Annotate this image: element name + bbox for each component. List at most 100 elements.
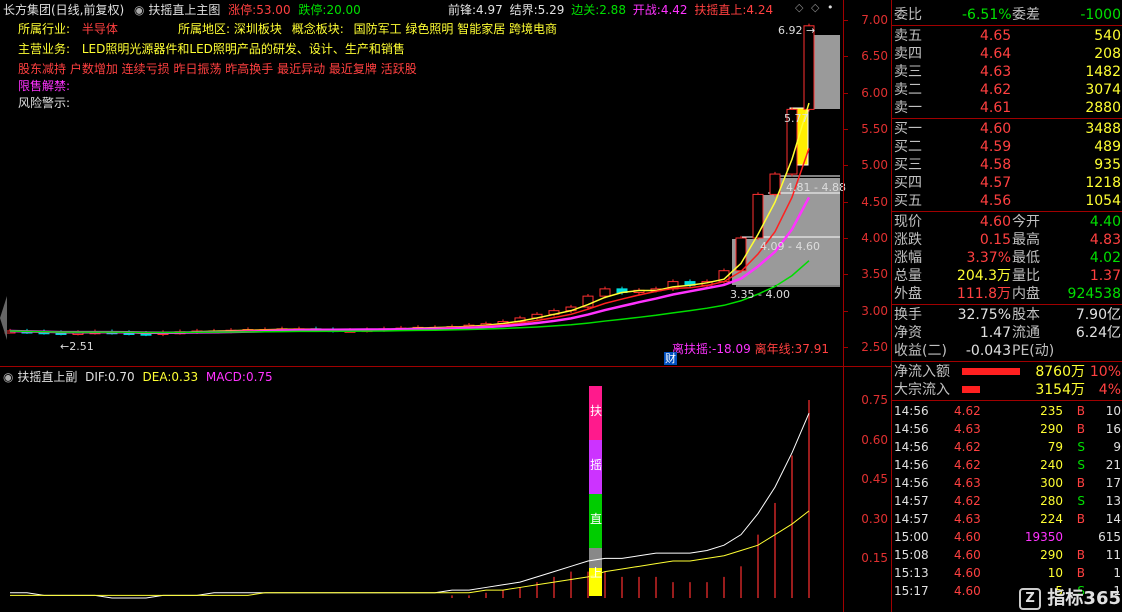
dist-fuyao-label: 离扶摇: (672, 342, 713, 356)
stat-value: 7.90亿 (1075, 307, 1121, 323)
stat-label: 股本 (1012, 307, 1040, 323)
axis-tick (844, 20, 848, 21)
axis-tick (844, 92, 848, 94)
tick-count: 14 (1105, 512, 1121, 526)
bid-row: 买五 4.56 1054 (892, 192, 1122, 210)
axis-tick (844, 201, 848, 203)
zone-label-3: 4.09 - 4.60 (760, 240, 820, 253)
stat-row: 外盘 111.8万 内盘 924538 (892, 285, 1122, 303)
stat-value: 1.47 (979, 325, 1011, 341)
bid-row: 买四 4.57 1218 (892, 174, 1122, 192)
tick-count: 615 (1098, 530, 1121, 544)
macd-label: MACD: (205, 370, 246, 384)
ma-line-magenta (9, 196, 811, 334)
stat-value: 1.37 (1089, 268, 1121, 284)
ask-volume: 540 (1094, 28, 1121, 44)
macd-value: 0.75 (245, 370, 273, 384)
tick-row: 14:56 4.62 240 S 21 (892, 456, 1122, 474)
tick-row: 14:56 4.63 300 B 17 (892, 474, 1122, 492)
stat-label: 涨幅 (894, 250, 922, 266)
price-axis-label: 6.00 (861, 85, 888, 100)
tick-row: 14:56 4.62 235 B 10 (892, 402, 1122, 420)
bid-price: 4.59 (980, 139, 1012, 155)
stat-row: 总量 204.3万 量比 1.37 (892, 267, 1122, 285)
tick-row: 14:56 4.63 290 B 16 (892, 420, 1122, 438)
tick-direction: S (1077, 458, 1085, 472)
stock-name[interactable]: 长方集团(日线,前复权) (3, 3, 124, 17)
tick-price: 4.62 (954, 458, 981, 472)
panel-divider (892, 25, 1122, 26)
stat-label: 总量 (894, 268, 922, 284)
ask-volume: 2880 (1085, 100, 1121, 116)
ask-row: 卖一 4.61 2880 (892, 99, 1122, 117)
sub-indicator-name[interactable]: 扶摇直上副 (17, 370, 77, 384)
bid-label: 买三 (894, 157, 922, 173)
weibi-label: 委比 (894, 7, 922, 23)
ask-volume: 3074 (1085, 82, 1121, 98)
low-price-marker: ←2.51 (60, 340, 94, 353)
tick-count: 13 (1105, 494, 1121, 508)
front-value: 4.97 (476, 3, 503, 17)
stat-value: 3.37% (966, 250, 1011, 266)
tick-count: 10 (1105, 404, 1121, 418)
logo-icon: Z (1019, 588, 1042, 610)
stat-label: 流通 (1012, 325, 1040, 341)
financial-marker[interactable]: 财 (664, 352, 677, 365)
diamond-icon[interactable]: ◇ (811, 1, 819, 14)
main-chart[interactable]: 长方集团(日线,前复权) ◉ 扶摇直上主图 涨停:53.00 跌停:20.00 … (0, 0, 846, 366)
settings-icon[interactable]: ◉ (3, 370, 13, 384)
settings-icon[interactable]: ◉ (134, 3, 144, 17)
axis-tick (844, 56, 848, 58)
diamond-icon[interactable]: ◇ (795, 1, 803, 14)
ask-row: 卖二 4.62 3074 (892, 81, 1122, 99)
front-label: 前锋: (448, 3, 477, 17)
tick-price: 4.63 (954, 512, 981, 526)
risk-label: 风险警示: (18, 96, 71, 110)
price-axis-label: 5.00 (861, 158, 888, 173)
stat-value: 0.15 (979, 232, 1011, 248)
tick-direction: B (1076, 422, 1085, 436)
weibi-value: -6.51% (962, 7, 1012, 23)
bid-price: 4.56 (980, 193, 1012, 209)
stat-row: 收益(二) -0.043 PE(动) (892, 342, 1122, 360)
bid-volume: 3488 (1085, 121, 1121, 137)
axis-tick (844, 347, 848, 348)
tick-volume: 224 (1040, 512, 1063, 526)
macd-axis-label: 0.75 (861, 393, 888, 407)
tick-volume: 10 (1047, 566, 1063, 580)
tick-time: 14:56 (894, 476, 929, 490)
bid-volume: 1218 (1085, 175, 1121, 191)
tick-time: 14:57 (894, 512, 929, 526)
price-axis: 7.00 6.50 6.00 5.50 5.00 4.50 4.00 3.50 3.00 2.50 (843, 0, 892, 366)
main-indicator-name[interactable]: 扶摇直上主图 (148, 3, 220, 17)
tick-count: 16 (1105, 422, 1121, 436)
sub-chart[interactable]: ◉ 扶摇直上副 DIF:0.70 DEA:0.33 MACD:0.75 扶 摇 … (0, 366, 843, 612)
stat-value: 6.24亿 (1075, 325, 1121, 341)
stat-value: 204.3万 (956, 268, 1011, 284)
fuyao-value: 4.24 (746, 3, 774, 17)
stat-label: 今开 (1012, 214, 1040, 230)
tick-direction: B (1076, 566, 1085, 580)
concept-value: 国防军工 绿色照明 智能家居 跨境电商 (353, 22, 558, 36)
macd-chart[interactable] (0, 366, 843, 612)
dist-year-label: 离年线: (754, 342, 795, 356)
weicha-value: -1000 (1080, 7, 1121, 23)
stat-label: 最低 (1012, 250, 1040, 266)
tick-row: 14:57 4.62 280 S 13 (892, 492, 1122, 510)
price-axis-label: 5.50 (861, 122, 888, 136)
dot-icon[interactable]: • (827, 1, 834, 14)
flow-percent: 4% (1098, 382, 1121, 398)
tick-volume: 290 (1040, 548, 1063, 562)
bid-row: 买一 4.60 3488 (892, 120, 1122, 138)
dea-value: 0.33 (171, 370, 199, 384)
business-label: 主营业务: (18, 42, 71, 56)
ma-line-yellow (9, 102, 810, 334)
bid-row: 买三 4.58 935 (892, 156, 1122, 174)
stat-value: 4.40 (1089, 214, 1121, 230)
bid-row: 买二 4.59 489 (892, 138, 1122, 156)
bid-price: 4.60 (980, 121, 1012, 137)
tick-row: 15:13 4.60 10 B 1 (892, 564, 1122, 582)
ask-row: 卖三 4.63 1482 (892, 63, 1122, 81)
ask-price: 4.61 (980, 100, 1012, 116)
limit-down-label: 跌停: (298, 3, 327, 17)
